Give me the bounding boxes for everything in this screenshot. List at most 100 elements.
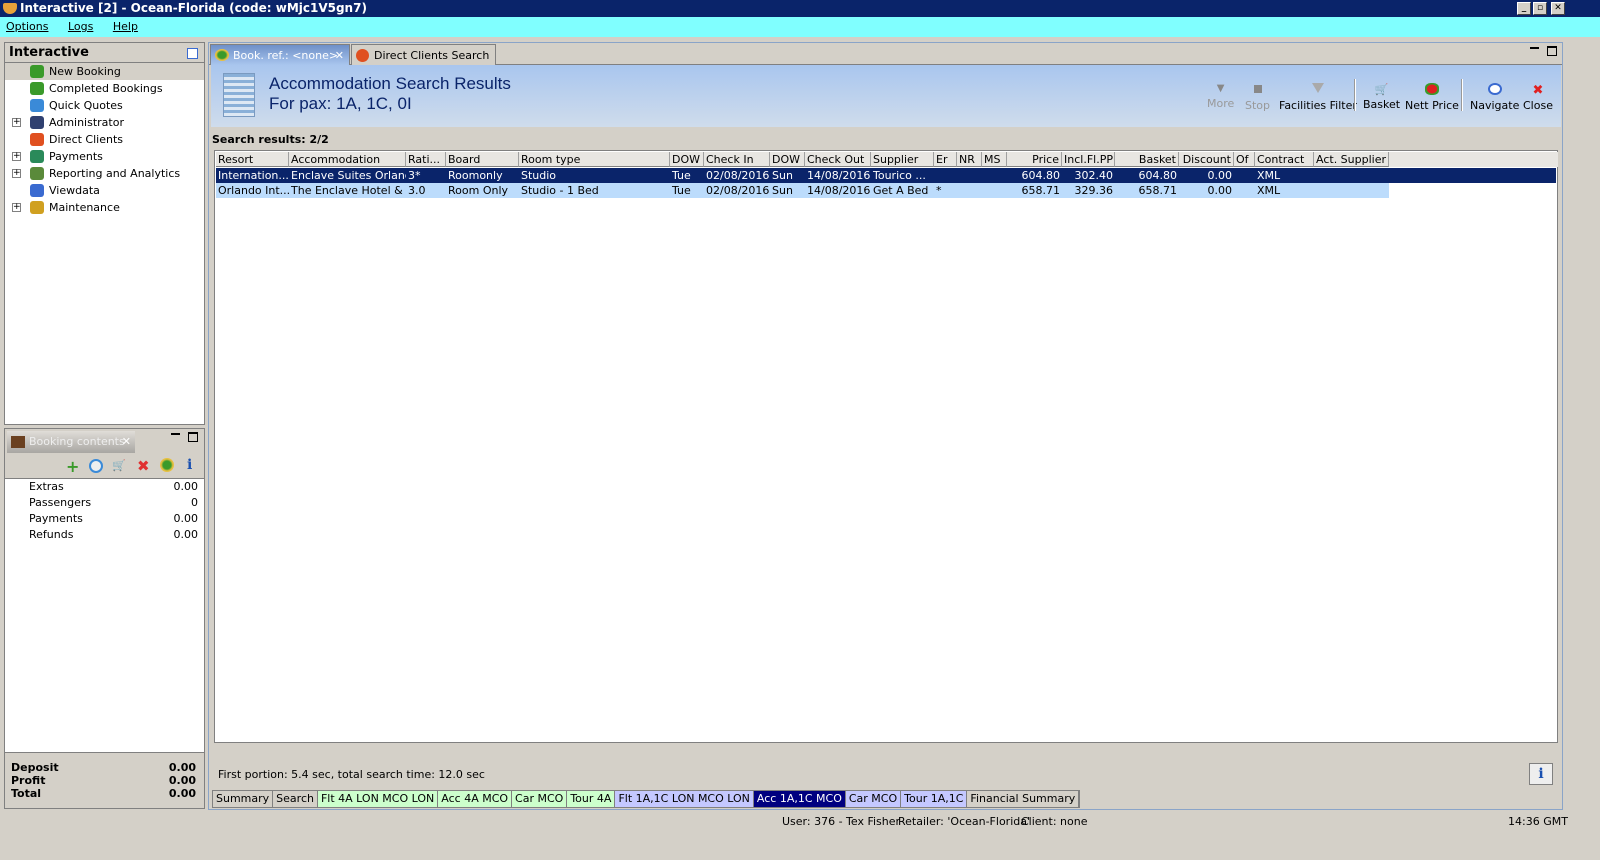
tab-label: Direct Clients Search	[374, 49, 490, 62]
title-bar: Interactive [2] - Ocean-Florida (code: w…	[0, 0, 1600, 17]
sidebar-item-payments[interactable]: + Payments	[5, 148, 204, 165]
tab-direct-clients-search[interactable]: Direct Clients Search	[351, 44, 496, 65]
grid-header: Resort Accommodation Rati... Board Room type…	[216, 152, 1558, 167]
tab-booking-contents[interactable]: Booking contents ✕	[7, 431, 135, 453]
itinerary-tab[interactable]: Acc 4A MCO	[438, 791, 513, 807]
sidebar-item-reporting-and-analytics[interactable]: + Reporting and Analytics	[5, 165, 204, 182]
maximize-panel-icon[interactable]	[1547, 46, 1557, 56]
close-tab-icon[interactable]: ✕	[122, 431, 131, 453]
maximize-panel-icon[interactable]	[188, 432, 198, 442]
expand-icon[interactable]: +	[12, 203, 21, 212]
cell-er	[934, 168, 957, 183]
palm-tree-icon[interactable]	[160, 458, 174, 472]
expand-icon[interactable]: +	[12, 152, 21, 161]
collapse-icon[interactable]	[187, 48, 198, 59]
sidebar-item-direct-clients[interactable]: Direct Clients	[5, 131, 204, 148]
column-header[interactable]: MS	[982, 152, 1007, 167]
cell-contract: XML	[1257, 184, 1281, 197]
minimize-button[interactable]: _	[1517, 2, 1531, 15]
booking-row: Payments 0.00	[5, 511, 204, 527]
booking-contents-panel: Booking contents ✕ + 🛒 ✖ i Extras 0.00 Pas…	[4, 428, 205, 809]
expand-icon[interactable]: +	[12, 118, 21, 127]
column-header[interactable]: Board	[446, 152, 519, 167]
sidebar-item-viewdata[interactable]: Viewdata	[5, 182, 204, 199]
add-icon[interactable]: +	[66, 457, 79, 476]
itinerary-tab[interactable]: Acc 1A,1C MCO	[753, 791, 846, 807]
sidebar-item-administrator[interactable]: + Administrator	[5, 114, 204, 131]
itinerary-tab[interactable]: Flt 1A,1C LON MCO LON	[615, 791, 754, 807]
close-tab-icon[interactable]: ✕	[335, 45, 344, 66]
info-button[interactable]: i	[1529, 763, 1553, 785]
column-header[interactable]: Er	[934, 152, 957, 167]
row-value: 0.00	[173, 528, 199, 541]
table-row[interactable]: Orlando Int... The Enclave Hotel & ... 3.0…	[216, 183, 1389, 198]
column-header[interactable]: Room type	[519, 152, 670, 167]
column-header[interactable]: Supplier	[871, 152, 934, 167]
sidebar-item-label: Direct Clients	[49, 133, 124, 146]
itinerary-tab[interactable]: Tour 1A,1C	[901, 791, 968, 807]
itinerary-tab[interactable]: Flt 4A LON MCO LON	[317, 791, 439, 807]
column-header[interactable]: Basket	[1115, 152, 1179, 167]
column-header[interactable]: Check In	[704, 152, 770, 167]
sidebar-item-new-booking[interactable]: New Booking	[5, 63, 204, 80]
menu-help[interactable]: Help	[113, 20, 138, 33]
booking-tab-label: Booking contents	[29, 435, 125, 448]
column-header[interactable]: NR	[957, 152, 982, 167]
column-header[interactable]: Act. Supplier	[1314, 152, 1389, 167]
delete-icon[interactable]: ✖	[137, 457, 150, 475]
restore-button[interactable]: ▫	[1533, 2, 1547, 15]
column-header[interactable]: DOW	[770, 152, 805, 167]
tab-booking-ref[interactable]: Book. ref.: <none> ✕	[210, 44, 350, 65]
navigation-title: Interactive	[9, 45, 89, 60]
clock-icon[interactable]	[89, 459, 103, 473]
booking-totals: Deposit 0.00 Profit 0.00 Total 0.00	[5, 752, 204, 808]
cell-accommodation: The Enclave Hotel & ...	[291, 184, 406, 197]
cell-nr	[957, 183, 982, 198]
cell-discount: 0.00	[1207, 184, 1233, 197]
sidebar-item-completed-bookings[interactable]: Completed Bookings	[5, 80, 204, 97]
column-header[interactable]: Resort	[216, 152, 289, 167]
more-button[interactable]: ▼ More	[1207, 83, 1234, 110]
info-icon[interactable]: i	[187, 457, 192, 473]
column-header[interactable]: Price	[1007, 152, 1062, 167]
column-header[interactable]: Discount	[1179, 152, 1234, 167]
sidebar-item-quick-quotes[interactable]: Quick Quotes	[5, 97, 204, 114]
column-header[interactable]: Incl.Fl.PP	[1062, 152, 1115, 167]
column-header[interactable]: Check Out	[805, 152, 871, 167]
itinerary-tab[interactable]: Search	[273, 791, 318, 807]
close-window-button[interactable]: ✕	[1551, 2, 1565, 15]
palm-tree-icon	[30, 65, 44, 78]
tab-label: Book. ref.: <none>	[233, 49, 339, 62]
sidebar-item-maintenance[interactable]: + Maintenance	[5, 199, 204, 216]
itinerary-tab[interactable]: Summary	[213, 791, 274, 807]
total-label: Deposit	[11, 761, 59, 774]
close-button[interactable]: ✖ Close	[1523, 83, 1553, 112]
client-icon	[30, 133, 44, 146]
status-retailer: Retailer: 'Ocean-Florida'	[898, 815, 1030, 828]
basket-transfer-icon[interactable]: 🛒	[112, 459, 126, 472]
itinerary-tab[interactable]: Tour 4A	[567, 791, 616, 807]
expand-icon[interactable]: +	[12, 169, 21, 178]
itinerary-tab[interactable]: Financial Summary	[967, 791, 1080, 807]
itinerary-tab[interactable]: Car MCO	[512, 791, 568, 807]
table-row[interactable]: Internation... Enclave Suites Orlando 3* Ro…	[216, 168, 1556, 183]
minimize-panel-icon[interactable]	[1530, 47, 1539, 49]
column-header[interactable]: Rati...	[406, 152, 446, 167]
navigate-button[interactable]: Navigate	[1470, 83, 1519, 112]
stop-button[interactable]: Stop	[1245, 83, 1270, 112]
facilities-filter-button[interactable]: Facilities Filter	[1279, 83, 1357, 112]
cell-supplier: Get A Bed	[873, 184, 929, 197]
sidebar-item-label: Payments	[49, 150, 103, 163]
column-header[interactable]: Contract	[1255, 152, 1314, 167]
itinerary-tab[interactable]: Car MCO	[845, 791, 902, 807]
cell-board: Room Only	[448, 184, 509, 197]
basket-button[interactable]: 🛒 Basket	[1363, 83, 1400, 111]
column-header[interactable]: Of	[1234, 152, 1255, 167]
column-header[interactable]: Accommodation	[289, 152, 406, 167]
minimize-panel-icon[interactable]	[171, 433, 180, 435]
nett-price-button[interactable]: Nett Price	[1405, 83, 1459, 112]
payments-icon	[30, 150, 44, 163]
menu-options[interactable]: Options	[6, 20, 48, 33]
column-header[interactable]: DOW	[670, 152, 704, 167]
menu-logs[interactable]: Logs	[68, 20, 93, 33]
